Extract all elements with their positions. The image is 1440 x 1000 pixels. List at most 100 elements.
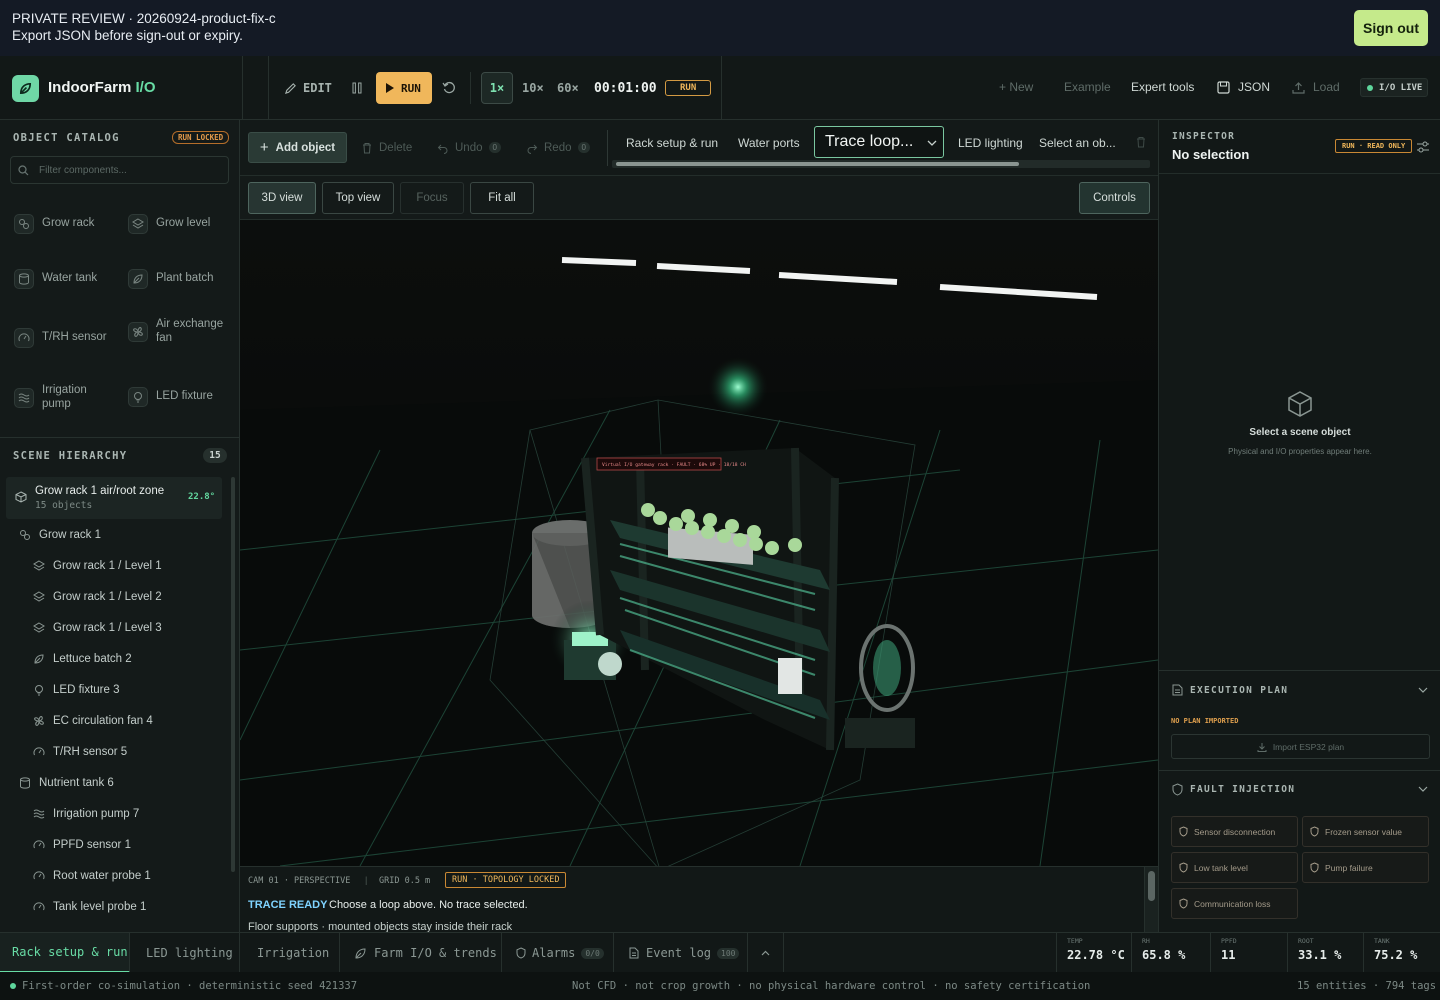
save-icon [1217, 80, 1230, 94]
app-name: IndoorFarm I/O [48, 79, 156, 96]
execution-plan-title: EXECUTION PLAN [1190, 685, 1289, 696]
layers-icon [32, 621, 46, 635]
plan-state: NO PLAN IMPORTED [1171, 717, 1239, 725]
tab-irrigation[interactable]: Irrigation [240, 933, 340, 973]
run-button[interactable]: RUN [376, 72, 432, 104]
pause-button[interactable] [351, 72, 363, 104]
gateway-label: Virtual I/O gateway rack · FAULT · 68% U… [602, 462, 746, 468]
tab-event-log[interactable]: Event log 100 [614, 933, 748, 973]
status-middle: Not CFD · not crop growth · no physical … [572, 980, 1091, 992]
plus-icon: + [259, 139, 269, 156]
catalog-item-irrigation-pump[interactable]: Irrigation pump [14, 384, 110, 411]
tab-water-ports[interactable]: Water ports [738, 136, 800, 150]
delete-button[interactable]: Delete [361, 132, 412, 163]
sign-out-button[interactable]: Sign out [1354, 10, 1428, 46]
tree-item-lettuce-batch[interactable]: Lettuce batch 2 [32, 649, 132, 669]
shield-icon [1172, 783, 1183, 796]
viewport-3d[interactable]: Virtual I/O gateway rack · FAULT · 68% U… [240, 220, 1158, 866]
tab-rack-setup[interactable]: Rack setup & run [626, 136, 718, 150]
fault-frozen-value-button[interactable]: Frozen sensor value [1302, 816, 1429, 847]
chevron-down-icon[interactable] [1418, 687, 1428, 694]
status-dot-icon [10, 983, 16, 989]
bulb-icon [128, 387, 148, 407]
view-3d-button[interactable]: 3D view [248, 182, 316, 214]
speed-1x-button[interactable]: 1× [481, 72, 513, 104]
tab-led-lighting-bottom[interactable]: LED lighting [130, 933, 240, 973]
add-object-button[interactable]: + Add object [248, 132, 347, 163]
expert-tools-button[interactable]: Expert tools [1131, 80, 1194, 94]
hierarchy-root-row[interactable]: Grow rack 1 air/root zone 15 objects 22.… [6, 477, 222, 519]
redo-button[interactable]: Redo 0 [526, 132, 590, 163]
tab-led-lighting[interactable]: LED lighting [958, 136, 1023, 150]
import-plan-button[interactable]: Import ESP32 plan [1171, 734, 1430, 759]
mode-chip: RUN [665, 72, 712, 104]
hierarchy-scrollbar[interactable] [231, 477, 235, 872]
trash-icon[interactable] [1135, 136, 1147, 148]
upload-icon [1292, 81, 1305, 94]
catalog-item-led-fixture[interactable]: LED fixture [128, 387, 213, 407]
view-top-button[interactable]: Top view [322, 182, 394, 214]
speed-60x-button[interactable]: 60× [557, 72, 579, 104]
edit-mode-button[interactable]: EDIT [284, 72, 332, 104]
scene-render[interactable]: Virtual I/O gateway rack · FAULT · 68% U… [240, 220, 1158, 866]
reset-button[interactable] [442, 72, 456, 104]
tree-item-ppfd-sensor[interactable]: PPFD sensor 1 [32, 835, 131, 855]
play-icon [386, 83, 394, 93]
select-object-field[interactable]: Select an ob... [1039, 136, 1116, 150]
tree-item-ec-fan[interactable]: EC circulation fan 4 [32, 711, 153, 731]
tree-item-led-fixture[interactable]: LED fixture 3 [32, 680, 119, 700]
tree-item-level-2[interactable]: Grow rack 1 / Level 2 [32, 587, 162, 607]
expand-panel-button[interactable] [748, 933, 784, 973]
camera-label: CAM 01 · PERSPECTIVE [248, 876, 351, 886]
shield-icon [1310, 862, 1319, 873]
catalog-item-trh-sensor[interactable]: T/RH sensor [14, 328, 107, 348]
component-filter-input[interactable]: Filter components... [10, 156, 229, 184]
tab-alarms[interactable]: Alarms 0/0 [502, 933, 614, 973]
catalog-item-grow-level[interactable]: Grow level [128, 214, 210, 234]
console-scrollbar[interactable] [1144, 867, 1158, 933]
tree-item-level-3[interactable]: Grow rack 1 / Level 3 [32, 618, 162, 638]
fault-communication-loss-button[interactable]: Communication loss [1171, 888, 1298, 919]
fault-sensor-disconnection-button[interactable]: Sensor disconnection [1171, 816, 1298, 847]
catalog-item-water-tank[interactable]: Water tank [14, 269, 97, 289]
app-logo-icon [12, 75, 39, 102]
controls-button[interactable]: Controls [1079, 182, 1150, 214]
fault-low-tank-button[interactable]: Low tank level [1171, 852, 1298, 883]
new-button[interactable]: + New [999, 80, 1033, 94]
tabs-scrollbar[interactable] [612, 160, 1150, 168]
fault-pump-failure-button[interactable]: Pump failure [1302, 852, 1429, 883]
tree-item-tank-probe[interactable]: Tank level probe 1 [32, 897, 146, 917]
tree-item-root-probe[interactable]: Root water probe 1 [32, 866, 151, 886]
inspector-selection: No selection [1172, 147, 1250, 162]
viewport-console: CAM 01 · PERSPECTIVE | GRID 0.5 m RUN · … [240, 866, 1158, 933]
undo-icon [437, 144, 448, 154]
catalog-item-air-exchange-fan[interactable]: Air exchange fan [128, 318, 224, 345]
tab-farm-io-trends[interactable]: Farm I/O & trends [340, 933, 502, 973]
tree-item-irrigation-pump[interactable]: Irrigation pump 7 [32, 804, 139, 824]
fit-all-button[interactable]: Fit all [470, 182, 534, 214]
leaf-icon [128, 269, 148, 289]
catalog-item-grow-rack[interactable]: Grow rack [14, 214, 94, 234]
tree-item-level-1[interactable]: Grow rack 1 / Level 1 [32, 556, 162, 576]
shield-icon [516, 947, 526, 959]
status-left: First-order co-simulation · deterministi… [22, 980, 358, 992]
undo-button[interactable]: Undo 0 [437, 132, 501, 163]
example-button[interactable]: Example [1064, 80, 1111, 94]
gauge-icon [32, 869, 46, 883]
tab-rack-setup-run[interactable]: Rack setup & run [0, 933, 130, 973]
leaf-icon [32, 652, 46, 666]
gauge-icon [14, 328, 34, 348]
focus-button[interactable]: Focus [400, 182, 464, 214]
chevron-down-icon[interactable] [1418, 786, 1428, 793]
tree-item-trh-sensor[interactable]: T/RH sensor 5 [32, 742, 127, 762]
root-object-count: 15 objects [35, 500, 93, 511]
trace-loop-select[interactable]: Trace loop... [814, 126, 944, 158]
layers-icon [32, 559, 46, 573]
catalog-item-plant-batch[interactable]: Plant batch [128, 269, 214, 289]
json-button[interactable]: JSON [1217, 80, 1270, 94]
settings-sliders-icon[interactable] [1416, 140, 1430, 154]
speed-10x-button[interactable]: 10× [522, 72, 544, 104]
load-button[interactable]: Load [1292, 80, 1340, 94]
tree-item-grow-rack-1[interactable]: Grow rack 1 [18, 525, 101, 545]
tree-item-nutrient-tank[interactable]: Nutrient tank 6 [18, 773, 114, 793]
